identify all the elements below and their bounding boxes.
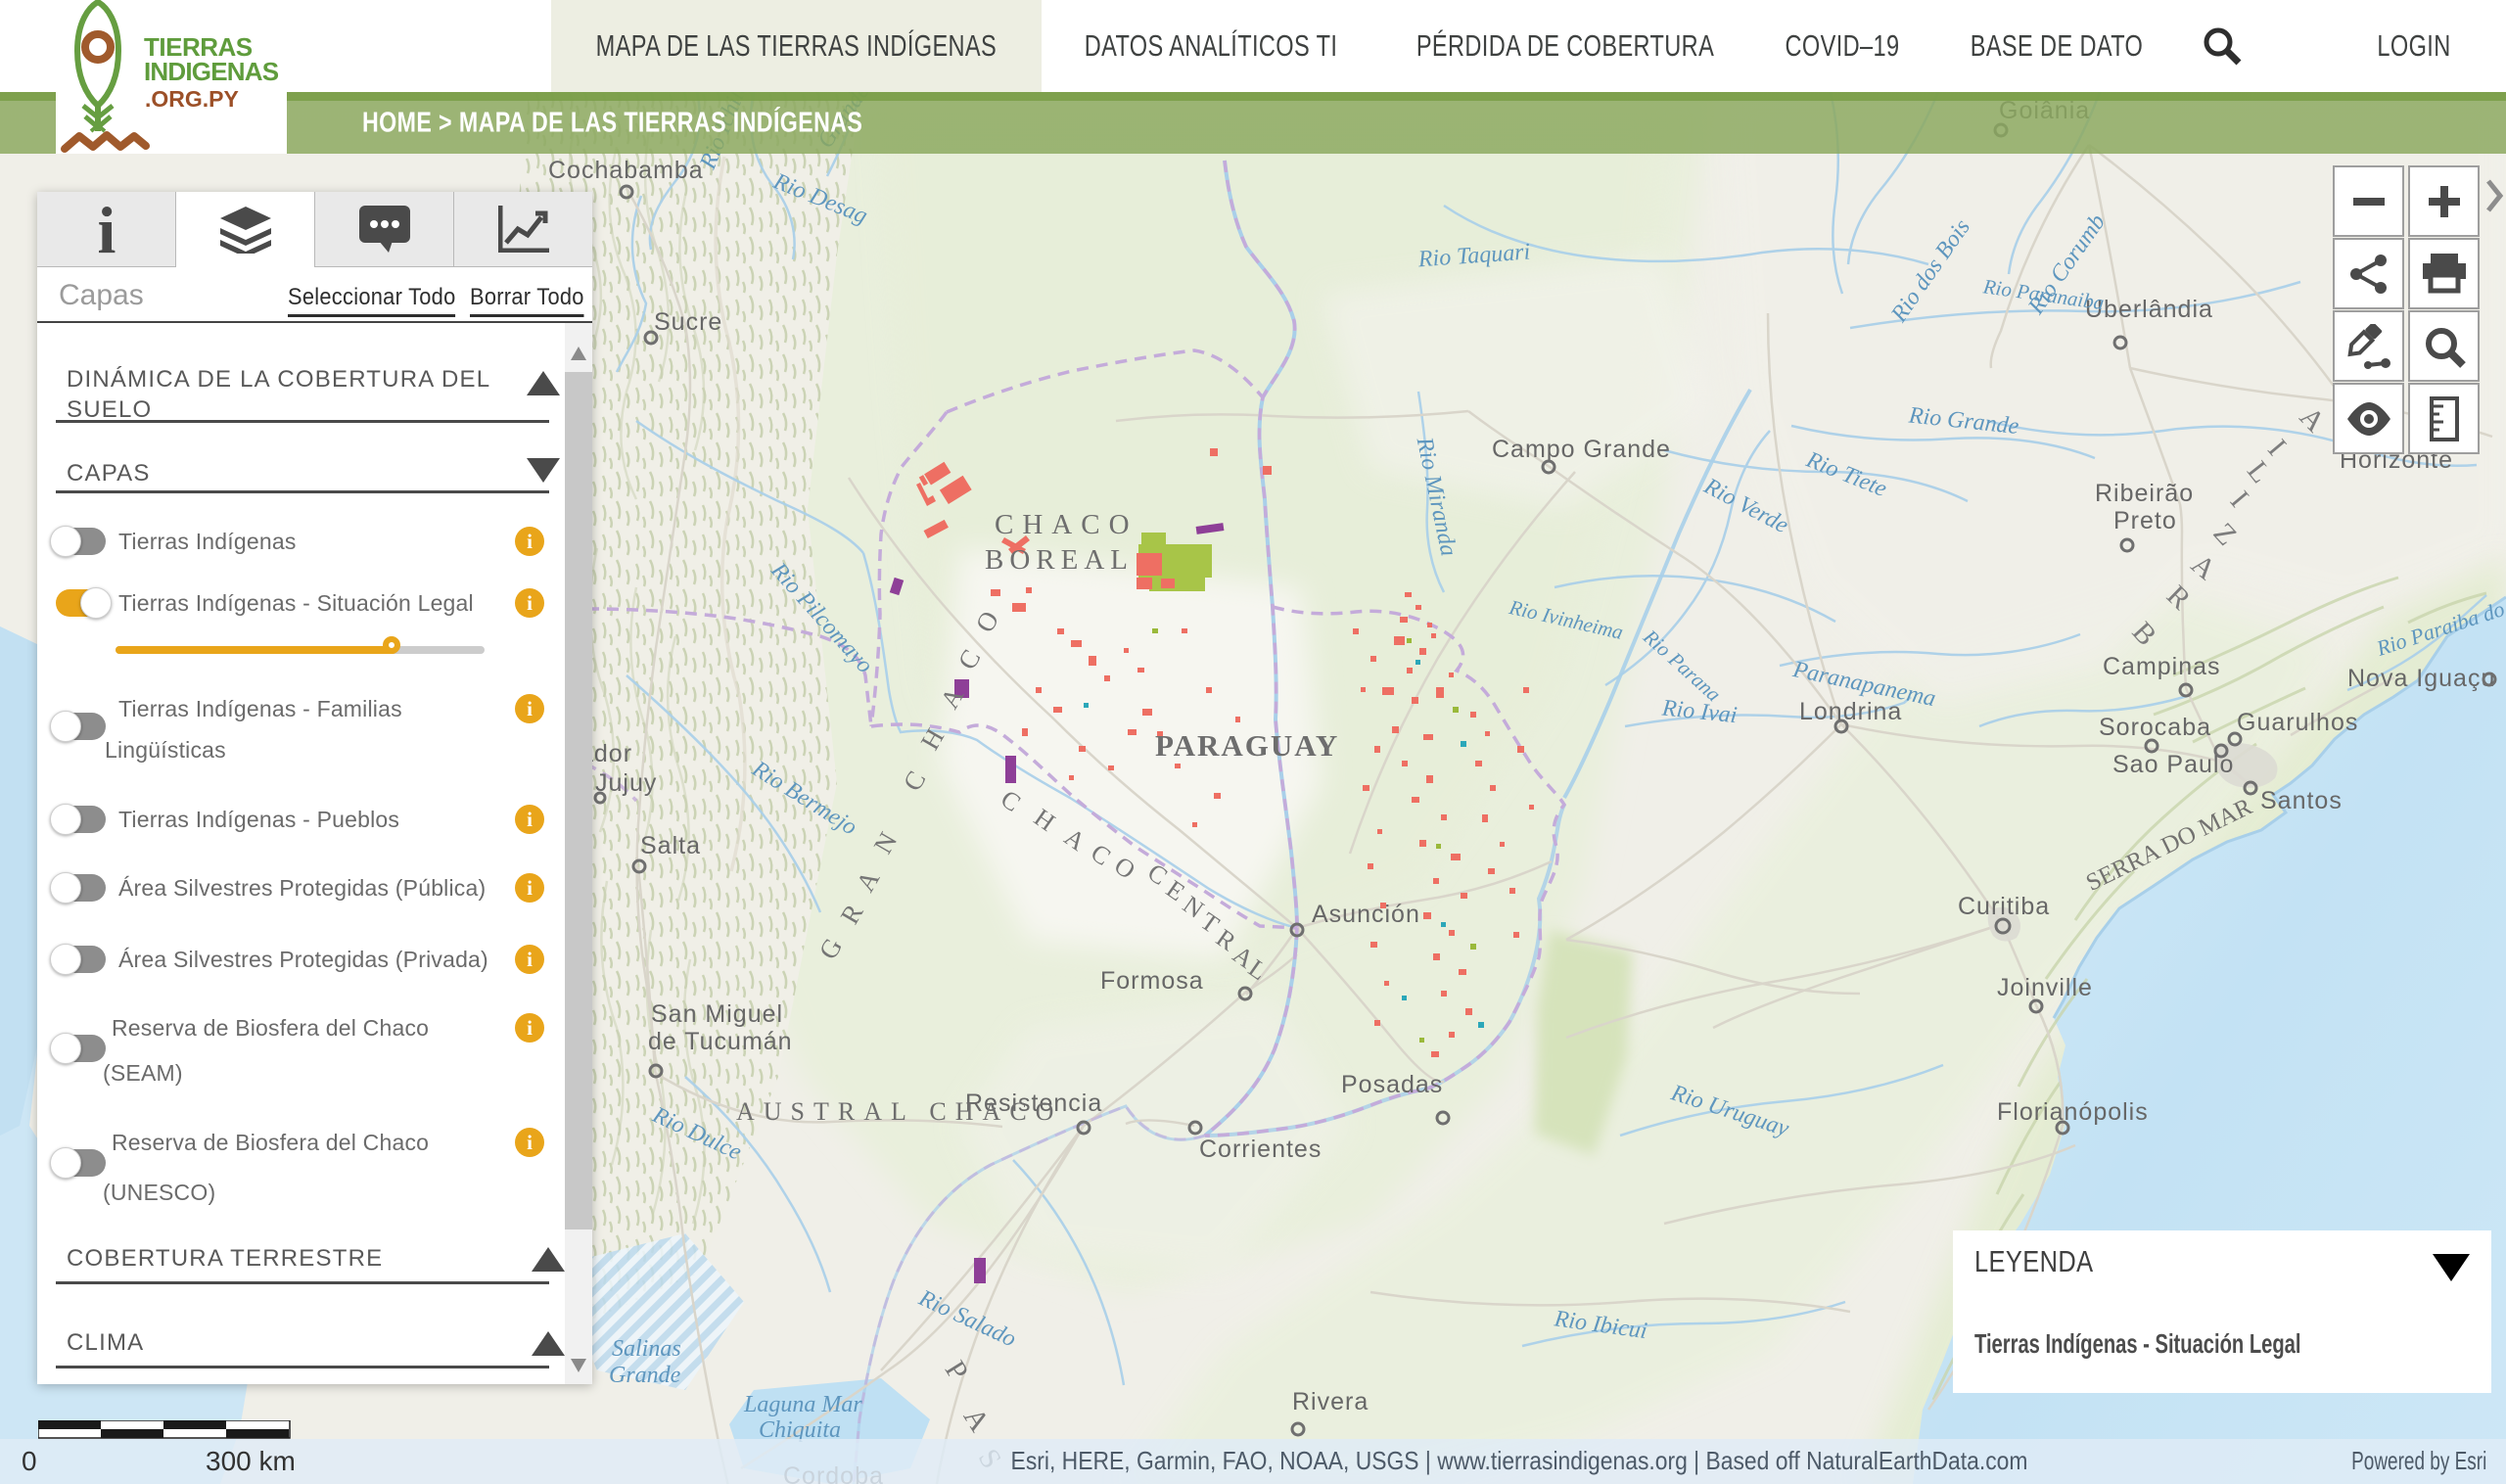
svg-text:Grande: Grande <box>609 1363 681 1388</box>
svg-text:Nova Iguaçu: Nova Iguaçu <box>2347 665 2495 692</box>
svg-text:Jujuy: Jujuy <box>595 769 657 797</box>
svg-text:Campo Grande: Campo Grande <box>1492 436 1671 463</box>
svg-text:Florianópolis: Florianópolis <box>1997 1098 2149 1126</box>
svg-text:Guarulhos: Guarulhos <box>2237 709 2358 736</box>
svg-text:Joinville: Joinville <box>1997 974 2093 1001</box>
svg-text:Campinas: Campinas <box>2103 653 2221 680</box>
svg-text:Sorocaba: Sorocaba <box>2099 714 2211 741</box>
svg-text:INDIGENAS: INDIGENAS <box>144 57 279 86</box>
svg-text:PARAGUAY: PARAGUAY <box>1155 728 1339 763</box>
svg-text:Salinas: Salinas <box>612 1336 681 1362</box>
svg-text:CHACO: CHACO <box>995 509 1138 540</box>
svg-text:San Miguel: San Miguel <box>651 1000 783 1028</box>
svg-text:Cochabamba: Cochabamba <box>548 157 704 184</box>
svg-text:AUSTRAL CHACO: AUSTRAL CHACO <box>736 1097 1062 1126</box>
svg-text:Posadas: Posadas <box>1341 1071 1443 1098</box>
svg-text:BOREAL: BOREAL <box>985 544 1134 576</box>
svg-text:Ribeirão: Ribeirão <box>2095 480 2194 507</box>
svg-text:Curitiba: Curitiba <box>1958 893 2050 920</box>
svg-text:Rivera: Rivera <box>1292 1388 1369 1415</box>
svg-text:Preto: Preto <box>2113 507 2177 534</box>
svg-text:i: i <box>97 203 116 255</box>
svg-text:Asunción: Asunción <box>1312 901 1420 928</box>
svg-text:Salta: Salta <box>640 832 701 859</box>
svg-text:Santos: Santos <box>2260 787 2343 814</box>
svg-text:Formosa: Formosa <box>1100 967 1204 995</box>
svg-text:de Tucumán: de Tucumán <box>648 1028 793 1055</box>
svg-text:Corrientes: Corrientes <box>1199 1136 1322 1163</box>
svg-text:Sucre: Sucre <box>654 308 722 336</box>
svg-text:Laguna Mar: Laguna Mar <box>743 1392 862 1417</box>
svg-text:.ORG.PY: .ORG.PY <box>145 86 239 112</box>
